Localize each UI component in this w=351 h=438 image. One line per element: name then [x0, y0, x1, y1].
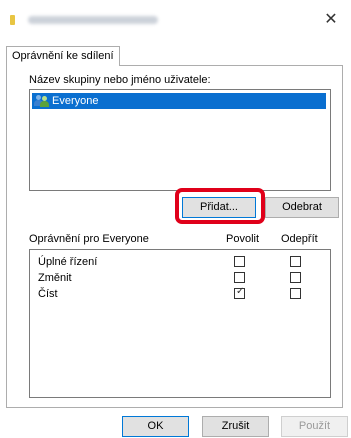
- checkmark-icon: ✓: [236, 286, 245, 297]
- deny-change-checkbox[interactable]: [290, 272, 301, 283]
- allow-full-control-checkbox[interactable]: [234, 256, 245, 267]
- cancel-button[interactable]: Zrušit: [202, 416, 269, 437]
- deny-full-control-checkbox[interactable]: [290, 256, 301, 267]
- window-title: [28, 16, 158, 24]
- group-list-label: Název skupiny nebo jméno uživatele:: [29, 74, 211, 86]
- folder-icon: [10, 15, 15, 25]
- deny-column-header: Odepřít: [281, 233, 318, 245]
- permissions-label: Oprávnění pro Everyone: [29, 233, 149, 245]
- allow-read-checkbox[interactable]: ✓: [234, 286, 245, 299]
- close-button[interactable]: ✕: [321, 10, 341, 30]
- permission-full-control: Úplné řízení: [38, 256, 98, 268]
- permission-read: Číst: [38, 288, 58, 300]
- title-bar: ✕: [0, 0, 351, 40]
- allow-column-header: Povolit: [226, 233, 260, 245]
- permissions-list: Úplné řízení Změnit Číst ✓: [29, 249, 331, 398]
- tab-share-permissions[interactable]: Oprávnění ke sdílení: [6, 46, 120, 66]
- add-button[interactable]: Přidat...: [182, 197, 256, 218]
- remove-button[interactable]: Odebrat: [265, 197, 339, 218]
- apply-button[interactable]: Použít: [281, 416, 348, 437]
- deny-read-checkbox[interactable]: [290, 288, 301, 299]
- list-item-everyone[interactable]: Everyone: [32, 93, 326, 109]
- permission-change: Změnit: [38, 272, 72, 284]
- users-group-icon: [34, 95, 50, 107]
- allow-change-checkbox[interactable]: [234, 272, 245, 283]
- ok-button[interactable]: OK: [122, 416, 189, 437]
- user-list[interactable]: Everyone: [29, 89, 331, 191]
- list-item-label: Everyone: [52, 95, 99, 107]
